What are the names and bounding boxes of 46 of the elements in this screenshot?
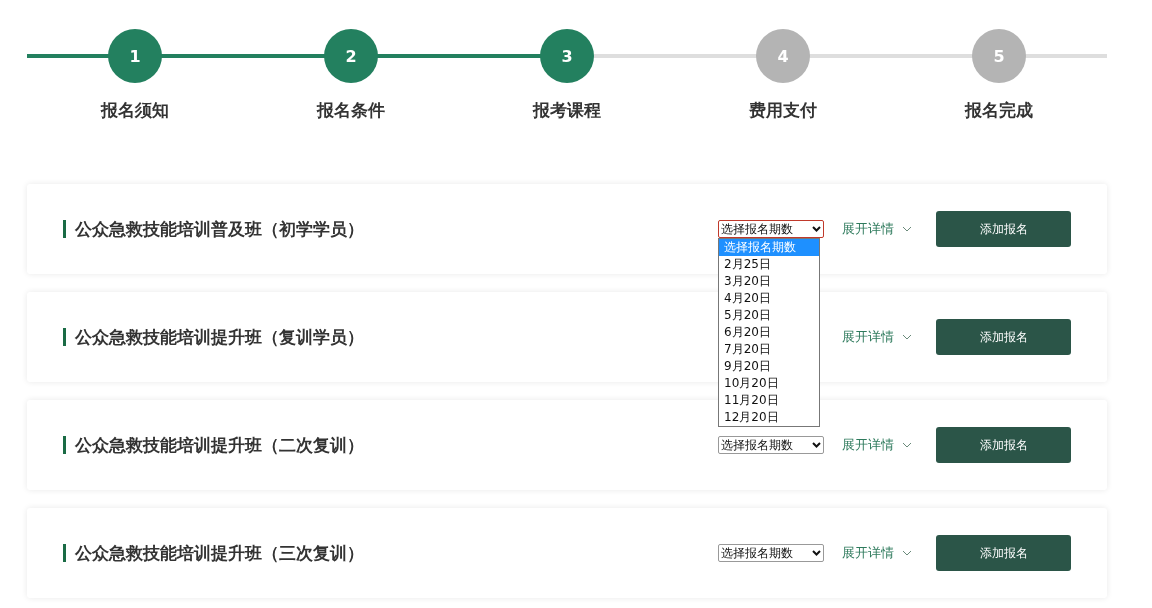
step-number: 3 xyxy=(540,29,594,83)
step-label: 报考课程 xyxy=(533,99,601,122)
add-registration-button[interactable]: 添加报名 xyxy=(936,535,1071,571)
expand-details-link[interactable]: 展开详情 xyxy=(842,436,912,454)
step-number: 1 xyxy=(108,29,162,83)
dropdown-option[interactable]: 11月20日 xyxy=(719,392,819,409)
chevron-down-icon xyxy=(902,226,912,232)
session-select[interactable]: 选择报名期数 xyxy=(718,544,824,562)
expand-details-link[interactable]: 展开详情 xyxy=(842,328,912,346)
chevron-down-icon xyxy=(902,550,912,556)
course-title: 公众急救技能培训提升班（复训学员） xyxy=(75,325,364,349)
course-title: 公众急救技能培训提升班（三次复训） xyxy=(75,541,364,565)
accent-bar xyxy=(63,544,66,562)
chevron-down-icon xyxy=(902,334,912,340)
dropdown-option[interactable]: 5月20日 xyxy=(719,307,819,324)
course-title: 公众急救技能培训提升班（二次复训） xyxy=(75,433,364,457)
accent-bar xyxy=(63,328,66,346)
accent-bar xyxy=(63,436,66,454)
dropdown-option[interactable]: 4月20日 xyxy=(719,290,819,307)
session-select[interactable]: 选择报名期数 xyxy=(718,220,824,238)
accent-bar xyxy=(63,220,66,238)
add-registration-button[interactable]: 添加报名 xyxy=(936,319,1071,355)
chevron-down-icon xyxy=(812,226,821,232)
dropdown-option[interactable]: 7月20日 xyxy=(719,341,819,358)
step-number: 2 xyxy=(324,29,378,83)
step-label: 报名须知 xyxy=(101,99,169,122)
step-number: 5 xyxy=(972,29,1026,83)
expand-details-link[interactable]: 展开详情 xyxy=(842,220,912,238)
add-registration-button[interactable]: 添加报名 xyxy=(936,427,1071,463)
chevron-down-icon xyxy=(902,442,912,448)
expand-details-link[interactable]: 展开详情 xyxy=(842,544,912,562)
course-title: 公众急救技能培训普及班（初学学员） xyxy=(75,217,364,241)
chevron-down-icon xyxy=(812,550,821,556)
dropdown-option[interactable]: 2月25日 xyxy=(719,256,819,273)
chevron-down-icon xyxy=(812,442,821,448)
dropdown-option[interactable]: 9月20日 xyxy=(719,358,819,375)
step-label: 费用支付 xyxy=(749,99,817,122)
dropdown-option[interactable]: 10月20日 xyxy=(719,375,819,392)
session-select[interactable]: 选择报名期数 xyxy=(718,436,824,454)
step-label: 报名条件 xyxy=(317,99,385,122)
step-number: 4 xyxy=(756,29,810,83)
dropdown-option[interactable]: 6月20日 xyxy=(719,324,819,341)
step-label: 报名完成 xyxy=(965,99,1033,122)
dropdown-option[interactable]: 3月20日 xyxy=(719,273,819,290)
dropdown-option[interactable]: 12月20日 xyxy=(719,409,819,426)
add-registration-button[interactable]: 添加报名 xyxy=(936,211,1071,247)
